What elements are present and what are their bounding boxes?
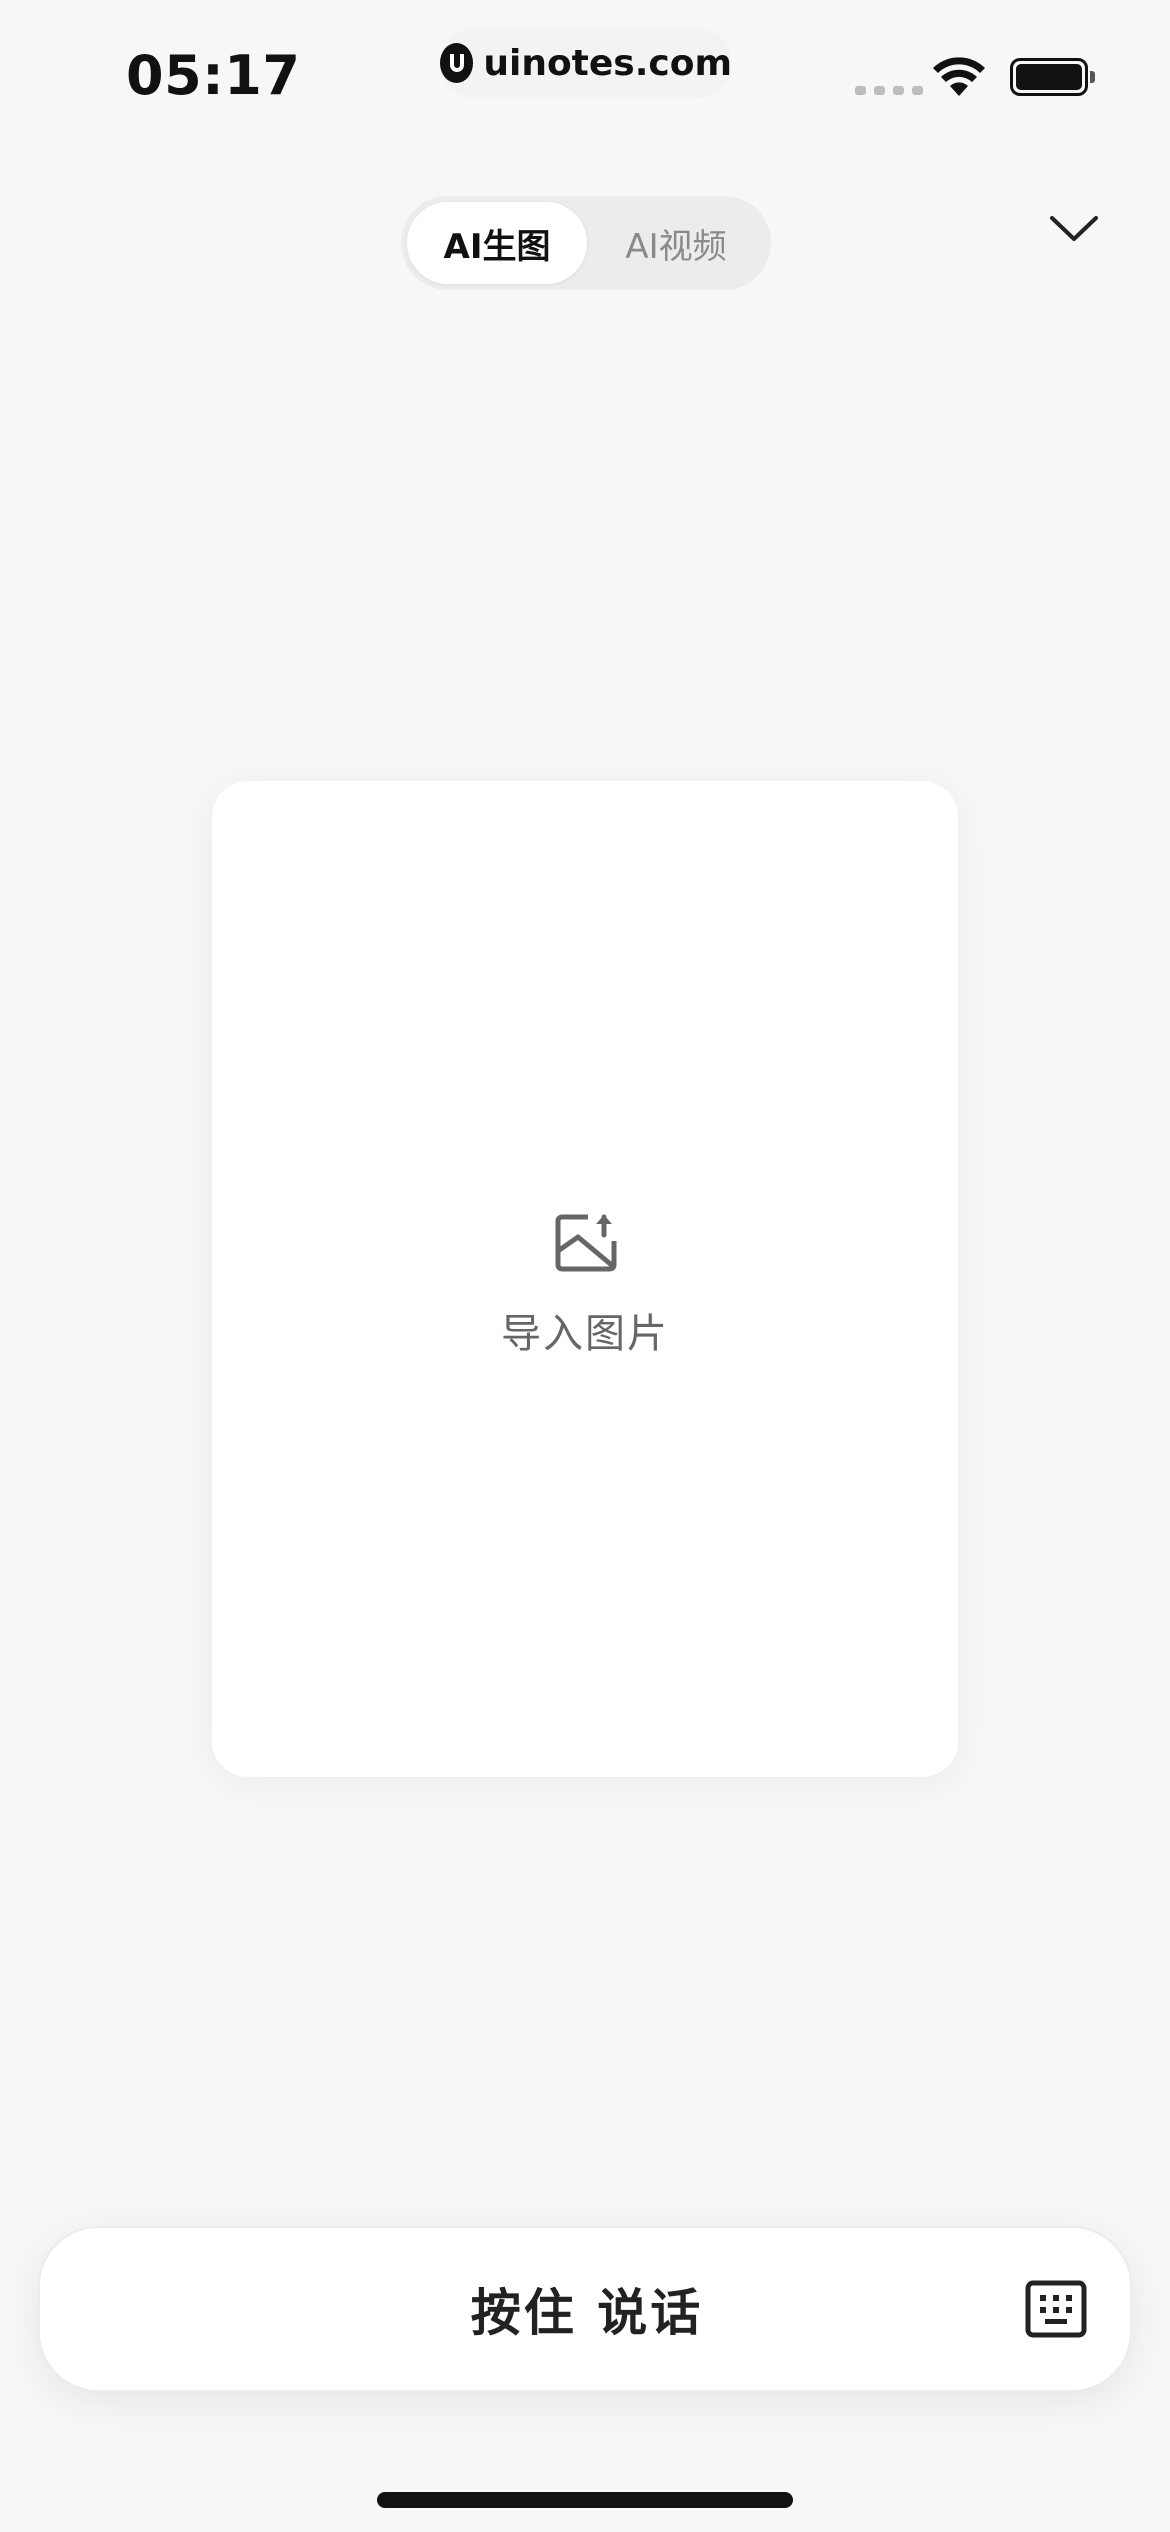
hold-to-talk-label: 按住 说话 [470, 2284, 704, 2342]
keyboard-icon[interactable] [1025, 2280, 1087, 2338]
image-upload-icon [555, 1214, 617, 1272]
collapse-button[interactable] [1044, 204, 1104, 254]
tab-ai-image[interactable]: AI生图 [407, 202, 587, 284]
chevron-down-icon [1050, 216, 1098, 241]
hold-to-talk-bar[interactable]: 按住 说话 [38, 2226, 1132, 2392]
home-indicator [377, 2492, 793, 2508]
site-logo-icon [440, 43, 474, 83]
wifi-icon [933, 57, 985, 96]
site-pill: uinotes.com [440, 28, 732, 98]
mode-tabs: AI生图 AI视频 [401, 196, 771, 290]
status-time: 05:17 [126, 44, 301, 107]
battery-tip [1090, 71, 1095, 83]
site-url: uinotes.com [483, 42, 732, 84]
tab-ai-video[interactable]: AI视频 [587, 202, 765, 284]
import-image-label: 导入图片 [501, 1311, 669, 1357]
status-bar: 05:17 uinotes.com [0, 0, 1170, 150]
battery-icon [1010, 58, 1088, 96]
cellular-signal-icon [855, 86, 923, 95]
import-image-card[interactable]: 导入图片 [212, 781, 958, 1777]
